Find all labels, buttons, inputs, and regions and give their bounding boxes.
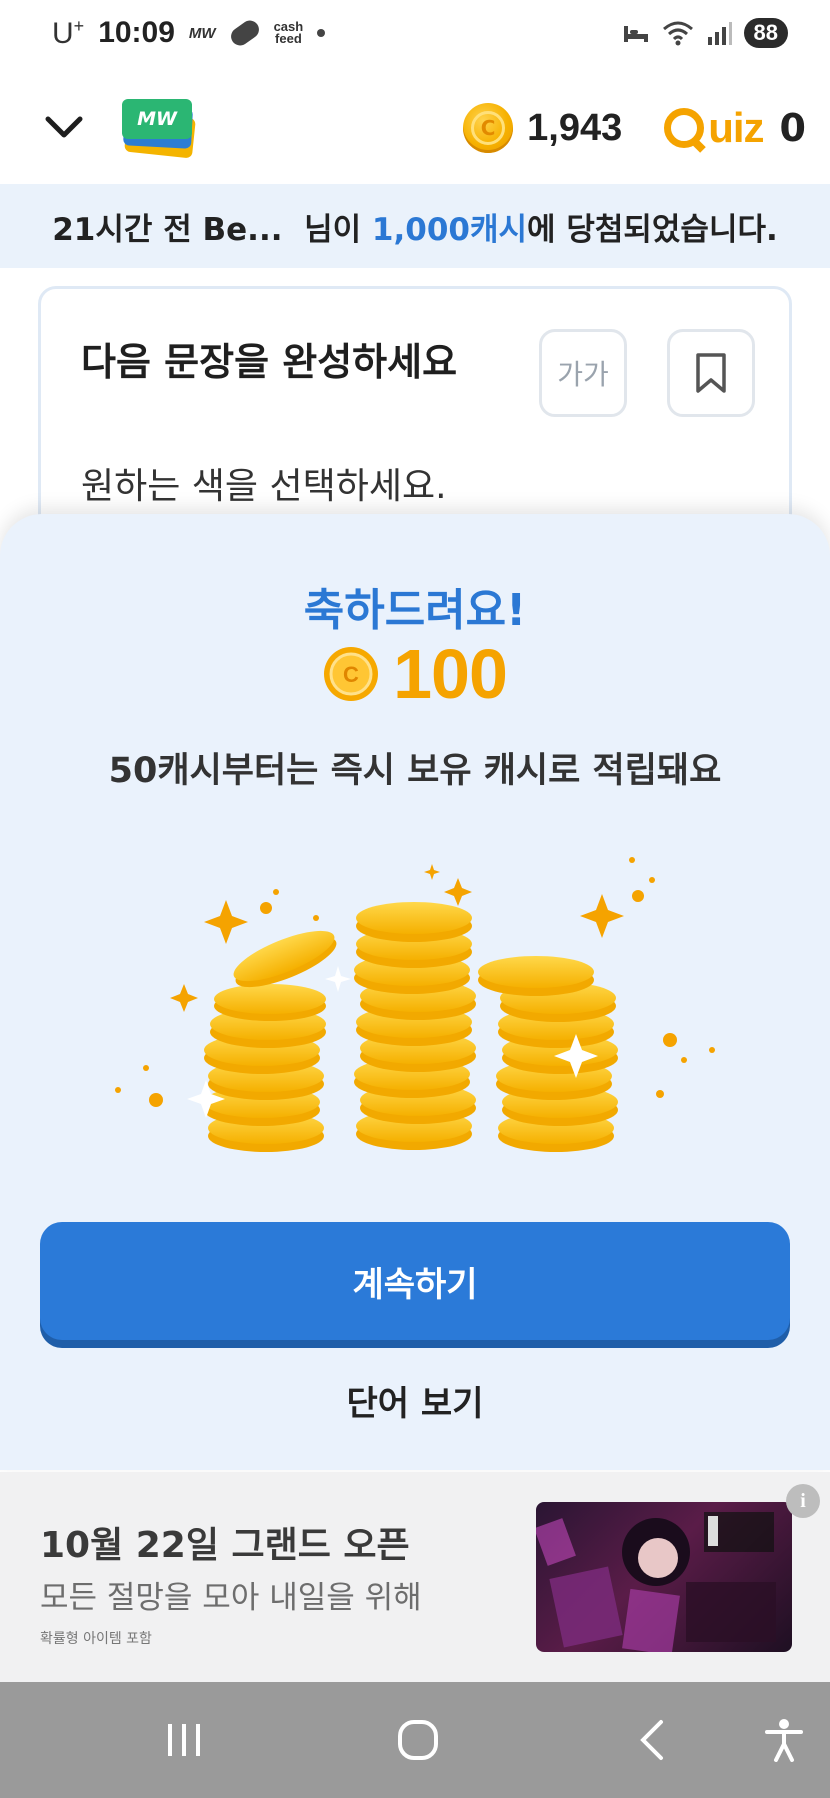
ad-info-icon[interactable]: i: [786, 1484, 820, 1518]
bed-icon: [623, 26, 648, 42]
coin-large-symbol: C: [343, 662, 359, 687]
accessibility-button[interactable]: [756, 1712, 812, 1768]
ad-banner[interactable]: 10월 22일 그랜드 오픈 모든 절망을 모아 내일을 위해 확률형 아이템 …: [0, 1472, 830, 1682]
reward-row: C 100: [0, 634, 830, 714]
reward-amount: 100: [393, 635, 508, 713]
carrier-label: U+: [52, 16, 84, 51]
coin-stack-middle: [354, 902, 476, 1150]
coin-icon-large: C: [324, 647, 379, 701]
carrier-text: U: [52, 16, 74, 50]
quiz-count: 0: [779, 106, 806, 150]
logo-text: MW: [137, 108, 177, 130]
quiz-logo[interactable]: uiz: [664, 104, 765, 152]
ad-image[interactable]: [536, 1502, 792, 1652]
back-icon: [640, 1720, 663, 1760]
ad-artwork: [536, 1512, 776, 1652]
logo-card-green: MW: [122, 99, 192, 139]
continue-button[interactable]: 계속하기: [40, 1222, 790, 1340]
header-right: C 1,943 uiz 0: [463, 103, 806, 153]
clock: 10:09: [98, 16, 175, 49]
recent-apps-icon: [168, 1724, 200, 1756]
question-title: 다음 문장을 완성하세요: [81, 340, 458, 384]
font-size-button[interactable]: 가가: [539, 329, 627, 417]
coin-symbol: C: [471, 111, 506, 145]
ad-note: 확률형 아이템 포함: [40, 1631, 152, 1647]
coin-icon[interactable]: C: [463, 103, 514, 153]
view-words-link[interactable]: 단어 보기: [0, 1376, 830, 1425]
coin-stack-right: [478, 956, 618, 1152]
system-nav-bar: [0, 1682, 830, 1798]
ad-title: 10월 22일 그랜드 오픈: [40, 1525, 410, 1566]
wifi-icon: [662, 21, 693, 46]
coin-stacks-illustration: [115, 857, 715, 1152]
home-button[interactable]: [390, 1712, 446, 1768]
ad-subtitle: 모든 절망을 모아 내일을 위해: [40, 1580, 422, 1616]
winner-banner: 21시간 전 Be... 님이 1,000캐시 에 당첨되었습니다.: [0, 184, 830, 268]
bookmark-icon: [696, 353, 726, 393]
status-bar: U+ 10:09 MW cash feed 88: [0, 0, 830, 66]
congrats-title: 축하드려요!: [303, 585, 527, 636]
bookmark-button[interactable]: [667, 329, 755, 417]
winner-highlight: 1,000캐시: [371, 211, 528, 248]
status-left: U+ 10:09 MW cash feed: [52, 16, 326, 51]
mw-logo[interactable]: MW: [122, 97, 200, 159]
accessibility-icon: [765, 1719, 803, 1762]
quiz-label: uiz: [708, 104, 764, 151]
carrier-plus: +: [73, 15, 85, 36]
cashfeed-line2: feed: [275, 31, 302, 46]
app-header: MW C 1,943 uiz 0: [0, 78, 830, 178]
reward-description: 50캐시부터는 즉시 보유 캐시로 적립돼요: [108, 751, 722, 791]
battery-indicator: 88: [743, 18, 788, 48]
mw-status-icon: MW: [188, 24, 216, 42]
recent-apps-button[interactable]: [156, 1712, 212, 1768]
notification-dot-icon: [317, 29, 326, 37]
cashfeed-icon: cash feed: [274, 20, 304, 46]
coin-stack-left: [204, 930, 337, 1152]
pill-icon: [227, 17, 263, 49]
signal-icon: [707, 22, 732, 45]
status-right: 88: [622, 18, 788, 48]
winner-suffix: 에 당첨되었습니다.: [527, 211, 778, 248]
back-button[interactable]: [624, 1712, 680, 1768]
question-card: 다음 문장을 완성하세요 가가 원하는 색을 선택하세요.: [38, 286, 792, 546]
cash-balance[interactable]: 1,943: [527, 107, 622, 150]
home-icon: [398, 1720, 438, 1760]
quiz-q-icon: [664, 108, 705, 148]
reward-bottom-sheet: 축하드려요! C 100 50캐시부터는 즉시 보유 캐시로 적립돼요 계속하기…: [0, 514, 830, 1470]
winner-prefix: 21시간 전 Be... 님이: [52, 211, 372, 248]
chevron-down-icon[interactable]: [44, 108, 84, 148]
question-subtitle: 원하는 색을 선택하세요.: [81, 466, 447, 507]
